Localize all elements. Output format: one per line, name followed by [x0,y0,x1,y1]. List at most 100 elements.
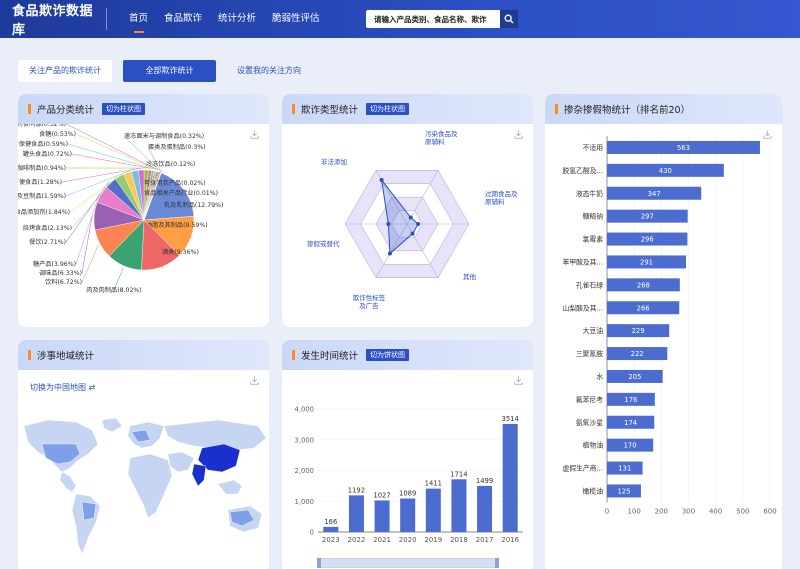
adulterant-bar-value: 170 [624,442,637,450]
time-panel-title: 发生时间统计 [301,351,359,362]
adulterant-bar-value: 297 [641,213,654,221]
radar-point[interactable] [416,222,421,226]
radar-point[interactable] [410,231,415,236]
radar-indicator-label: 其他 [463,272,477,281]
year-bar[interactable] [477,485,493,532]
pie-label: 食品相关产品行业(0.01%) [144,189,218,197]
y-tick-label: 2,000 [295,467,314,475]
pie-label: 方便食品(1.28%) [18,178,62,186]
year-bar-value: 3514 [502,415,519,423]
pie-label: 冷冻饮品(0.12%) [146,160,195,168]
adulterant-category-label: 糖精钠 [583,212,604,221]
zoom-scrollbar[interactable] [317,558,499,568]
radar-indicator-label: 掺假或替代 [307,239,340,248]
year-tick-label: 2017 [476,536,494,544]
pie-label-line [65,124,158,171]
tab-focus-products[interactable]: 关注产品的欺诈统计 [18,60,112,82]
adulterant-bar-value: 222 [631,350,644,358]
adulterant-bar-value: 430 [659,167,672,175]
middle-east-region [167,451,195,473]
year-bar[interactable] [502,423,518,532]
tab-all-fraud[interactable]: 全部欺诈统计 [123,60,216,82]
southeast-asia-region [217,479,243,495]
pie-label: 酒类(9.36%) [162,248,199,256]
category-switch-button[interactable]: 切为柱状图 [102,103,146,115]
china-map-switch-link[interactable]: 切换为中国地图 ⇄ [30,382,95,393]
adulterant-category-label: 三聚氰胺 [576,349,603,358]
time-switch-button[interactable]: 切为饼状图 [366,349,410,361]
y-tick-label: 3,000 [295,436,314,444]
title-marker [28,104,31,114]
zoom-handle-right[interactable] [495,558,499,568]
adulterant-category-label: 虚假生产商... [563,464,603,473]
year-bar-value: 1027 [373,491,390,499]
nav-home[interactable]: 首页 [121,0,156,38]
year-bar[interactable] [374,500,390,532]
adulterant-category-label: 植物油 [583,441,604,450]
region-panel: 涉事地域统计 切换为中国地图 ⇄ [18,340,269,569]
adulterant-category-label: 孔雀石绿 [576,280,603,289]
radar-point[interactable] [387,251,392,256]
pie-label: 食品添加剂(1.84%) [18,208,70,216]
category-panel-header: 产品分类统计 切为柱状图 [18,94,269,124]
nav-statistics[interactable]: 统计分析 [210,0,264,38]
adulterant-bar-value: 347 [648,190,661,198]
year-tick-label: 2022 [348,536,366,544]
pie-label: 焙烤食品(2.13%) [23,224,72,232]
subtab-bar: 关注产品的欺诈统计 全部欺诈统计 设置我的关注方向 [18,60,322,82]
year-tick-label: 2021 [373,536,391,544]
year-bar[interactable] [348,495,364,532]
nav-food-fraud[interactable]: 食品欺诈 [156,0,210,38]
adulterant-panel-title: 掺杂掺假物统计（排名前20） [564,105,691,116]
adulterant-panel-header: 掺杂掺假物统计（排名前20） [545,94,782,124]
world-map[interactable] [18,414,269,564]
pie-label: 调味品(6.33%) [39,269,82,277]
fraud-type-panel: 欺诈类型统计 切为柱状图 非法添加 污染食品及原辅料 过期食品及原辅料 其他 欺诈性标签… [282,94,533,327]
adulterant-category-label: 水 [596,372,603,381]
adulterant-bar-value: 174 [624,419,637,427]
zoom-handle-left[interactable] [317,558,321,568]
top-navbar: 食品欺诈数据库 首页 食品欺诈 统计分析 脆弱性评估 [0,0,800,38]
pie-label: 肉及肉制品(8.02%) [86,286,141,294]
title-marker [292,104,295,114]
time-panel-header: 发生时间统计 切为饼状图 [282,340,533,370]
time-panel: 发生时间统计 切为饼状图 0 1,000 2,000 3,000 4,000 166 202… [282,340,533,569]
x-tick-label: 500 [736,507,749,515]
adulterant-category-label: 液态牛奶 [576,189,603,198]
app-title: 食品欺诈数据库 [12,4,94,38]
x-tick-label: 0 [605,507,609,515]
time-bar-chart: 0 1,000 2,000 3,000 4,000 166 2023 1192 2022 1027… [295,406,523,544]
year-tick-label: 2016 [501,536,519,544]
adulterant-category-label: 苯甲酸及其... [563,257,603,266]
pie-label: 乳及乳制品(12.79%) [164,201,223,209]
search-input[interactable] [366,10,500,28]
y-tick-label: 0 [310,529,314,537]
tab-set-focus[interactable]: 设置我的关注方向 [227,60,311,82]
nav-vulnerability[interactable]: 脆弱性评估 [264,0,328,38]
radar-indicator-label: 污染食品及原辅料 [425,129,458,146]
radar-indicator-label: 欺诈性标签及广告 [353,293,386,310]
zoom-scrollbar-thumb[interactable] [319,559,497,567]
adulterant-category-label: 脱氢乙酸及... [563,166,603,175]
pie-label: 药食同源(0.32%) [18,124,66,128]
x-tick-label: 400 [709,507,722,515]
year-bar[interactable] [451,479,467,532]
main-nav: 首页 食品欺诈 统计分析 脆弱性评估 [121,0,328,38]
search-button[interactable] [500,10,518,28]
pie-label: 饮料(6.72%) [45,278,82,286]
year-bar[interactable] [425,488,441,532]
title-marker [28,350,31,360]
adulterant-category-label: 氟苯尼考 [576,395,603,404]
radar-point[interactable] [379,177,384,182]
radar-point[interactable] [386,222,391,226]
download-icon[interactable] [250,376,259,385]
year-bar-value: 1499 [476,477,493,485]
pie-label: 可食用农产品(0.02%) [144,179,206,187]
pie-label: 糖产品(3.96%) [33,260,76,268]
fraud-type-switch-button[interactable]: 切为柱状图 [366,103,410,115]
pie-label: 豆及豆制品(1.59%) [18,192,66,200]
year-bar[interactable] [323,526,339,532]
adulterant-bar-value: 563 [677,144,690,152]
year-bar[interactable] [400,498,416,532]
radar-point[interactable] [408,215,413,220]
